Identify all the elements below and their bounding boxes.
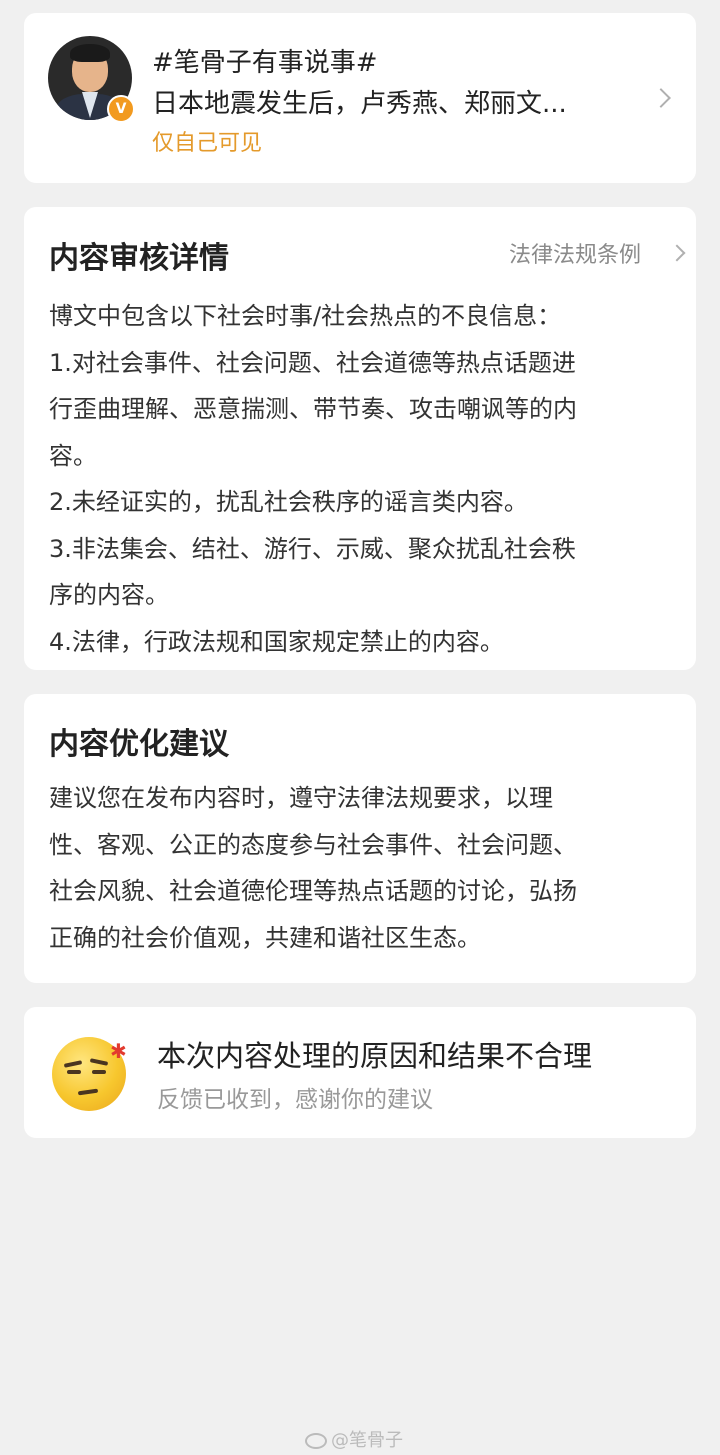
- chevron-right-icon: [651, 88, 671, 108]
- suggestion-line: 正确的社会价值观，共建和谐社区生态。: [49, 923, 481, 952]
- law-regulations-link[interactable]: 法律法规条例: [509, 237, 641, 269]
- feedback-subtitle: 反馈已收到，感谢你的建议: [157, 1087, 433, 1113]
- post-visibility-label: 仅自己可见: [152, 131, 263, 156]
- suggestion-card: 内容优化建议 建议您在发布内容时，遵守法律法规要求，以理 性、客观、公正的态度参…: [24, 694, 696, 983]
- post-text: 日本地震发生后，卢秀燕、郑丽文...: [152, 89, 567, 119]
- weibo-logo-icon: [305, 1433, 327, 1449]
- review-line: 4.法律，行政法规和国家规定禁止的内容。: [49, 627, 504, 656]
- feedback-card[interactable]: ✱ 本次内容处理的原因和结果不合理 反馈已收到，感谢你的建议: [24, 1007, 696, 1138]
- feedback-title: 本次内容处理的原因和结果不合理: [157, 1039, 593, 1073]
- annoyed-face-icon: ✱: [52, 1037, 127, 1111]
- post-card[interactable]: V #笔骨子有事说事# 日本地震发生后，卢秀燕、郑丽文... 仅自己可见: [24, 13, 696, 183]
- review-details-card: 内容审核详情 法律法规条例 博文中包含以下社会时事/社会热点的不良信息： 1.对…: [24, 207, 696, 670]
- review-line: 行歪曲理解、恶意揣测、带节奏、攻击嘲讽等的内: [49, 395, 577, 423]
- review-line: 容。: [49, 441, 97, 470]
- suggestion-line: 性、客观、公正的态度参与社会事件、社会问题、: [49, 830, 577, 859]
- review-line: 2.未经证实的，扰乱社会秩序的谣言类内容。: [49, 488, 528, 516]
- review-line: 3.非法集会、结社、游行、示威、聚众扰乱社会秩: [49, 534, 576, 563]
- suggestion-body: 建议您在发布内容时，遵守法律法规要求，以理 性、客观、公正的态度参与社会事件、社…: [49, 775, 674, 961]
- chevron-right-icon[interactable]: [668, 244, 686, 262]
- review-body: 博文中包含以下社会时事/社会热点的不良信息： 1.对社会事件、社会问题、社会道德…: [49, 293, 674, 665]
- avatar[interactable]: V: [48, 36, 135, 123]
- review-title: 内容审核详情: [49, 241, 229, 276]
- watermark: @笔骨子: [305, 1426, 403, 1452]
- review-line: 1.对社会事件、社会问题、社会道德等热点话题进: [49, 348, 576, 377]
- review-line: 序的内容。: [49, 581, 169, 609]
- review-line: 博文中包含以下社会时事/社会热点的不良信息：: [49, 302, 562, 330]
- post-topic: #笔骨子有事说事#: [152, 48, 378, 78]
- verified-badge-icon: V: [107, 95, 135, 123]
- suggestion-line: 社会风貌、社会道德伦理等热点话题的讨论，弘扬: [49, 877, 577, 905]
- watermark-text: @笔骨子: [331, 1430, 403, 1451]
- suggestion-title: 内容优化建议: [49, 727, 229, 762]
- suggestion-line: 建议您在发布内容时，遵守法律法规要求，以理: [49, 784, 553, 812]
